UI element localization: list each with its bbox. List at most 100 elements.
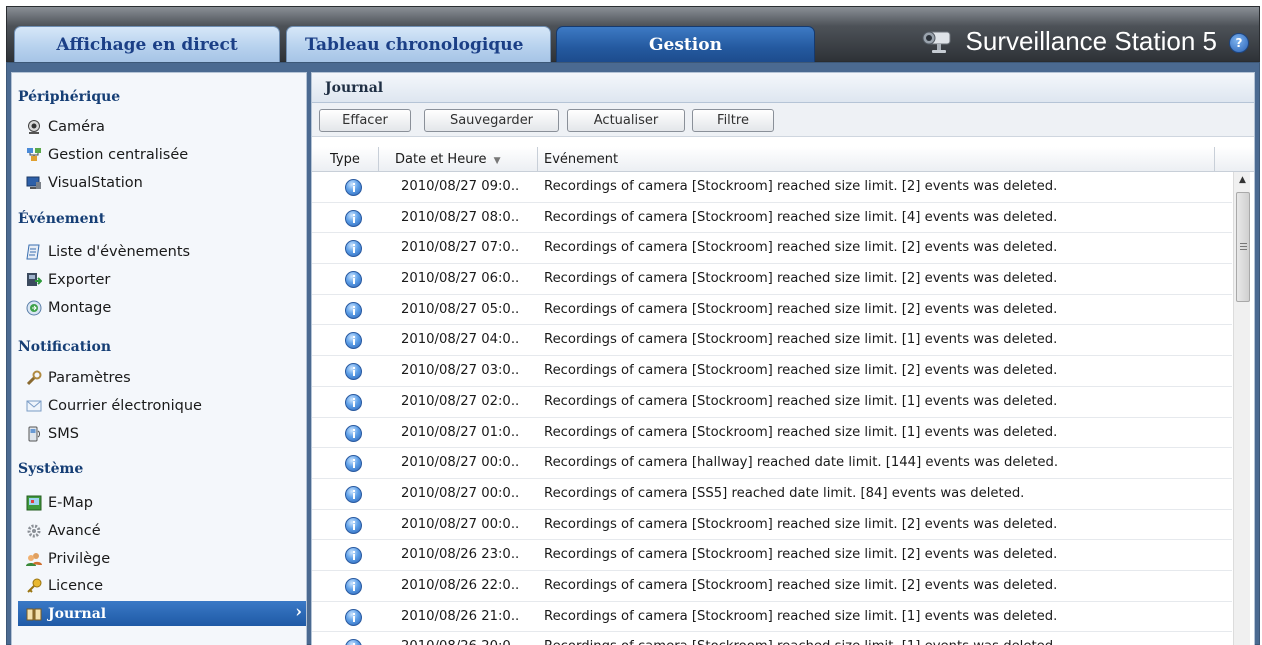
event-cell: Recordings of camera [Stockroom] reached…: [544, 547, 1058, 563]
table-row[interactable]: 2010/08/26 23:0.. Recordings of camera [S…: [312, 540, 1232, 571]
sort-desc-icon: ▼: [493, 156, 501, 166]
column-event[interactable]: Evénement: [538, 147, 1215, 172]
event-cell: Recordings of camera [Stockroom] reached…: [544, 577, 1058, 593]
table-row[interactable]: 2010/08/26 21:0.. Recordings of camera [S…: [312, 602, 1232, 633]
info-icon: [345, 577, 362, 595]
table-row[interactable]: 2010/08/27 00:0.. Recordings of camera [S…: [312, 510, 1232, 541]
sidebar-item-license[interactable]: Licence: [26, 574, 302, 598]
sidebar-item-event-list[interactable]: Liste d'évènements: [26, 240, 302, 264]
event-cell: Recordings of camera [hallway] reached d…: [544, 455, 1059, 471]
info-icon: [345, 639, 362, 645]
info-icon: [345, 485, 362, 503]
sidebar: Périphérique Caméra Gestion centralisée …: [11, 72, 307, 645]
sidebar-item-central-management[interactable]: Gestion centralisée: [26, 143, 302, 167]
info-icon: [345, 393, 362, 411]
event-cell: Recordings of camera [Stockroom] reached…: [544, 301, 1058, 317]
tab-management[interactable]: Gestion: [556, 26, 815, 63]
refresh-button[interactable]: Actualiser: [567, 109, 685, 132]
sidebar-item-label: SMS: [48, 426, 79, 442]
sidebar-item-camera[interactable]: Caméra: [26, 115, 302, 139]
info-icon: [345, 547, 362, 565]
map-icon: [26, 495, 42, 511]
table-row[interactable]: 2010/08/27 02:0.. Recordings of camera [S…: [312, 387, 1232, 418]
scroll-up-arrow-icon[interactable]: ▲: [1234, 172, 1251, 189]
wrench-icon: [26, 370, 42, 386]
sidebar-item-label: Avancé: [48, 523, 101, 539]
info-icon: [345, 179, 362, 196]
camera-icon: [922, 31, 951, 53]
sidebar-item-settings[interactable]: Paramètres: [26, 366, 302, 390]
tab-live-view[interactable]: Affichage en direct: [14, 26, 280, 63]
vertical-scrollbar[interactable]: ▲: [1233, 172, 1250, 645]
sidebar-item-email[interactable]: Courrier électronique: [26, 394, 302, 418]
info-icon: [345, 608, 362, 626]
app-title: Surveillance Station 5: [965, 25, 1217, 56]
filter-button[interactable]: Filtre: [692, 109, 774, 132]
datetime-cell: 2010/08/26 23:0..: [401, 547, 520, 563]
sidebar-item-label: Caméra: [48, 119, 105, 135]
sidebar-item-mount[interactable]: Montage: [26, 296, 302, 320]
event-cell: Recordings of camera [Stockroom] reached…: [544, 332, 1058, 348]
sidebar-item-emap[interactable]: E-Map: [26, 491, 302, 515]
datetime-cell: 2010/08/27 01:0..: [401, 424, 520, 440]
top-bar: Affichage en direct Tableau chronologiqu…: [6, 6, 1260, 63]
journal-panel: Journal Effacer Sauvegarder Actualiser F…: [311, 72, 1255, 645]
sidebar-item-label: Exporter: [48, 272, 111, 288]
table-row[interactable]: 2010/08/27 06:0.. Recordings of camera [S…: [312, 264, 1232, 295]
table-row[interactable]: 2010/08/27 04:0.. Recordings of camera [S…: [312, 325, 1232, 357]
table-row[interactable]: 2010/08/27 05:0.. Recordings of camera [S…: [312, 295, 1232, 326]
datetime-cell: 2010/08/26 21:0..: [401, 608, 520, 624]
toolbar: Effacer Sauvegarder Actualiser Filtre: [312, 103, 1254, 137]
event-cell: Recordings of camera [Stockroom] reached…: [544, 424, 1058, 440]
table-body: 2010/08/27 09:0.. Recordings of camera [S…: [312, 172, 1232, 645]
column-datetime[interactable]: Date et Heure ▼: [379, 147, 538, 172]
phone-icon: [26, 426, 42, 442]
sidebar-header-system: Système: [18, 461, 84, 477]
tab-timeline[interactable]: Tableau chronologique: [286, 26, 551, 63]
network-icon: [26, 147, 42, 163]
info-icon: [345, 363, 362, 381]
clear-button[interactable]: Effacer: [319, 109, 411, 132]
sidebar-item-label: Liste d'évènements: [48, 244, 191, 260]
sidebar-header-notification: Notification: [18, 339, 111, 355]
datetime-cell: 2010/08/27 03:0..: [401, 363, 520, 379]
info-icon: [345, 516, 362, 534]
table-row[interactable]: 2010/08/27 09:0.. Recordings of camera [S…: [312, 172, 1232, 203]
sidebar-item-label: Montage: [48, 300, 112, 316]
camera-icon: [26, 119, 42, 135]
sidebar-item-journal[interactable]: Journal ›: [18, 601, 306, 626]
event-cell: Recordings of camera [Stockroom] reached…: [544, 632, 1224, 645]
sidebar-item-label: Journal: [48, 605, 107, 622]
table-row[interactable]: 2010/08/27 00:0.. Recordings of camera [h…: [312, 448, 1232, 479]
sidebar-item-visualstation[interactable]: VisualStation: [26, 171, 302, 195]
datetime-cell: 2010/08/27 02:0..: [401, 393, 520, 409]
event-cell: Recordings of camera [Stockroom] reached…: [544, 363, 1058, 379]
info-icon: [345, 332, 362, 350]
table-row[interactable]: 2010/08/27 07:0.. Recordings of camera [S…: [312, 233, 1232, 265]
table-row[interactable]: 2010/08/26 22:0.. Recordings of camera [S…: [312, 571, 1232, 602]
sidebar-item-export[interactable]: Exporter: [26, 268, 302, 292]
sidebar-item-privilege[interactable]: Privilège: [26, 547, 302, 571]
help-button[interactable]: ?: [1229, 33, 1249, 53]
sidebar-item-sms[interactable]: SMS: [26, 422, 302, 446]
table-row[interactable]: 2010/08/26 20:0.. Recordings of camera [S…: [312, 632, 1232, 645]
sidebar-item-advanced[interactable]: Avancé: [26, 519, 302, 543]
grip-icon: [1240, 243, 1247, 250]
gear-icon: [26, 523, 42, 539]
table-row[interactable]: 2010/08/27 01:0.. Recordings of camera [S…: [312, 418, 1232, 449]
datetime-cell: 2010/08/26 22:0..: [401, 577, 520, 593]
table-row[interactable]: 2010/08/27 08:0.. Recordings of camera [S…: [312, 203, 1232, 234]
save-button[interactable]: Sauvegarder: [424, 109, 559, 132]
event-cell: Recordings of camera [SS5] reached date …: [544, 485, 1025, 501]
datetime-cell: 2010/08/27 08:0..: [401, 209, 520, 225]
datetime-cell: 2010/08/27 00:0..: [401, 455, 520, 471]
table-row[interactable]: 2010/08/27 03:0.. Recordings of camera [S…: [312, 356, 1232, 387]
table-row[interactable]: 2010/08/27 00:0.. Recordings of camera [S…: [312, 479, 1232, 510]
sidebar-item-label: E-Map: [48, 495, 93, 511]
scrollbar-thumb[interactable]: [1236, 192, 1250, 302]
column-type[interactable]: Type: [312, 147, 379, 172]
datetime-cell: 2010/08/27 09:0..: [401, 179, 520, 194]
users-icon: [26, 551, 42, 567]
chevron-right-icon: ›: [295, 602, 302, 622]
event-cell: Recordings of camera [Stockroom] reached…: [544, 393, 1058, 409]
